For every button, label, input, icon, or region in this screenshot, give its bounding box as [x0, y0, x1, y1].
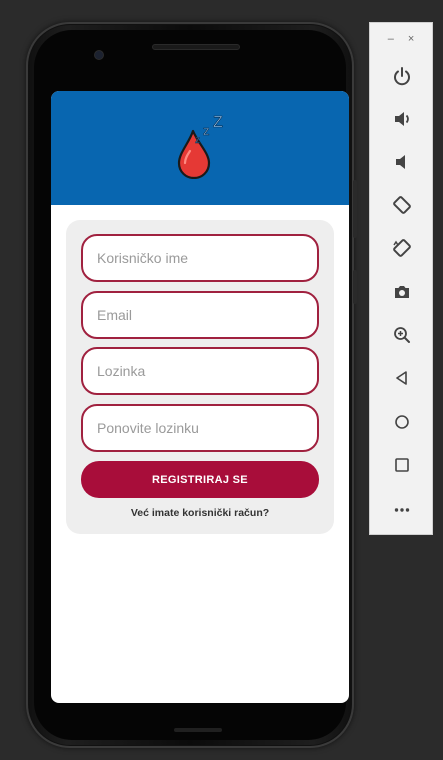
home-icon[interactable] — [389, 409, 415, 435]
username-field[interactable]: Korisničko ime — [81, 234, 319, 282]
front-camera — [94, 50, 104, 60]
volume-up-icon[interactable] — [389, 106, 415, 132]
zoom-icon[interactable] — [389, 322, 415, 348]
bottom-speaker — [174, 728, 222, 732]
logo-z-medium: z — [203, 123, 210, 138]
phone-device-frame: z z Z Korisničko ime Email Lozinka Ponov… — [26, 22, 357, 748]
username-placeholder: Korisničko ime — [97, 250, 189, 266]
power-hardware-button — [353, 270, 357, 304]
email-field[interactable]: Email — [81, 291, 319, 339]
device-bezel: z z Z Korisničko ime Email Lozinka Ponov… — [34, 30, 349, 740]
earpiece-speaker — [152, 44, 240, 50]
power-icon[interactable] — [389, 63, 415, 89]
register-button[interactable]: REGISTRIRAJ SE — [81, 461, 319, 498]
window-controls: – × — [370, 33, 432, 45]
registration-form-card: Korisničko ime Email Lozinka Ponovite lo… — [66, 220, 334, 534]
email-placeholder: Email — [97, 307, 133, 323]
back-icon[interactable] — [389, 365, 415, 391]
repeat-password-placeholder: Ponovite lozinku — [97, 420, 199, 436]
sleepy-blood-drop-logo-icon: z z Z — [177, 114, 223, 179]
volume-hardware-button — [353, 180, 357, 238]
rotate-right-icon[interactable] — [389, 235, 415, 261]
emulator-toolbar: – × — [369, 22, 433, 535]
app-header: z z Z — [51, 91, 349, 205]
volume-down-icon[interactable] — [389, 149, 415, 175]
camera-icon[interactable] — [389, 279, 415, 305]
close-button[interactable]: × — [408, 33, 414, 45]
logo-z-large: Z — [213, 114, 223, 131]
rotate-left-icon[interactable] — [389, 192, 415, 218]
more-icon[interactable] — [389, 497, 415, 523]
password-field[interactable]: Lozinka — [81, 347, 319, 395]
login-link[interactable]: Već imate korisnički račun? — [66, 507, 334, 519]
password-placeholder: Lozinka — [97, 363, 146, 379]
app-screen: z z Z Korisničko ime Email Lozinka Ponov… — [51, 91, 349, 703]
overview-icon[interactable] — [389, 452, 415, 478]
logo-z-small: z — [195, 135, 200, 146]
repeat-password-field[interactable]: Ponovite lozinku — [81, 404, 319, 452]
minimize-button[interactable]: – — [388, 33, 394, 45]
